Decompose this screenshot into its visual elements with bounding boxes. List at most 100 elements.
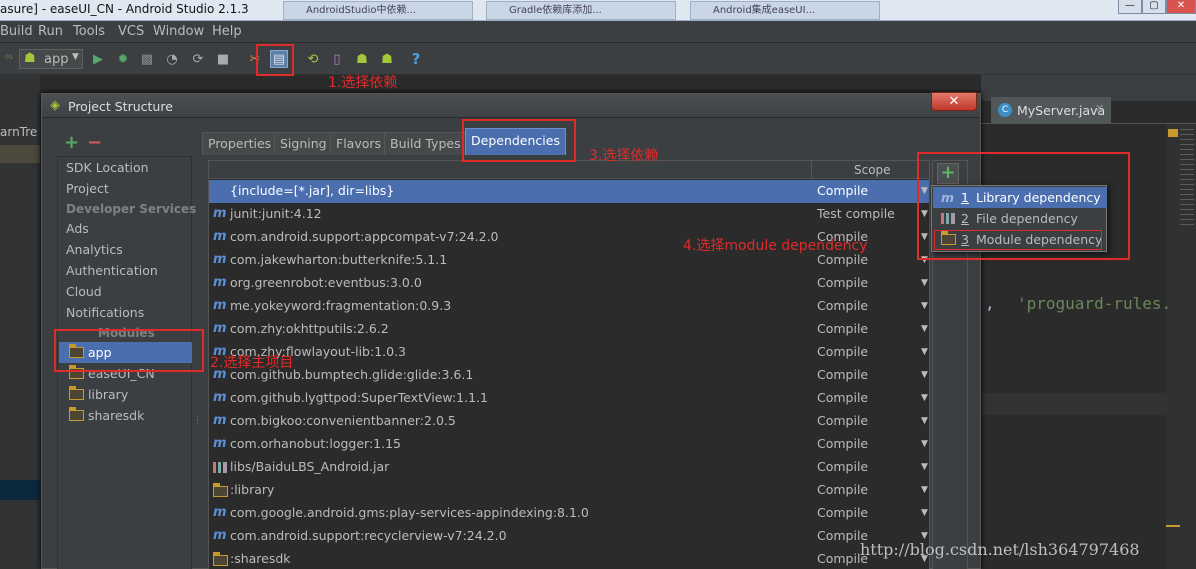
splitter-handle-icon[interactable]: ⋮ xyxy=(193,416,202,426)
sidebar-item-analytics[interactable]: Analytics xyxy=(66,239,123,260)
table-row[interactable]: :sharesdk Compile ▼ xyxy=(209,548,929,569)
scope-dropdown-icon[interactable]: ▼ xyxy=(921,295,928,317)
menu-window[interactable]: Window xyxy=(153,24,204,39)
annotation-step4: 4.选择module dependency xyxy=(683,238,868,254)
window-title: asure] - easeUI_CN - Android Studio 2.1.… xyxy=(0,2,249,16)
tab-signing[interactable]: Signing xyxy=(274,132,333,155)
scope-dropdown-icon[interactable]: ▼ xyxy=(921,479,928,501)
minimize-button[interactable]: — xyxy=(1118,0,1142,14)
dependency-scope[interactable]: Compile xyxy=(817,341,868,363)
attach-debugger-icon[interactable]: ▩ xyxy=(138,50,156,68)
window-close-button[interactable]: ✕ xyxy=(1166,0,1196,14)
window-title-bar: asure] - easeUI_CN - Android Studio 2.1.… xyxy=(0,0,1196,21)
dependency-scope[interactable]: Compile xyxy=(817,364,868,386)
sidebar-item-sdk-location[interactable]: SDK Location xyxy=(66,157,149,178)
dependency-scope[interactable]: Compile xyxy=(817,180,868,202)
browser-tab-2[interactable]: Gradle依赖库添加... xyxy=(486,1,676,20)
table-row[interactable]: m me.yokeyword:fragmentation:0.9.3 Compile… xyxy=(209,295,929,318)
scope-dropdown-icon[interactable]: ▼ xyxy=(921,433,928,455)
help-icon[interactable]: ? xyxy=(407,50,425,68)
table-row[interactable]: m com.android.support:recyclerview-v7:24.… xyxy=(209,525,929,548)
dependency-scope[interactable]: Compile xyxy=(817,318,868,340)
gradle-sync-icon[interactable]: ⟲ xyxy=(304,50,322,68)
dependency-scope[interactable]: Compile xyxy=(817,433,868,455)
table-row[interactable]: m com.zhy:flowlayout-lib:1.0.3 Compile ▼ xyxy=(209,341,929,364)
table-header: Scope xyxy=(209,161,929,179)
menu-tools[interactable]: Tools xyxy=(73,24,105,39)
rerun-icon[interactable]: ⟳ xyxy=(189,50,207,68)
maven-icon: m xyxy=(213,505,227,520)
scope-dropdown-icon[interactable]: ▼ xyxy=(921,410,928,432)
code-separator: , xyxy=(985,294,995,313)
sidebar-item-ads[interactable]: Ads xyxy=(66,218,89,239)
sidebar-item-notifications[interactable]: Notifications xyxy=(66,302,144,323)
dependency-scope[interactable]: Compile xyxy=(817,387,868,409)
sidebar-item-project[interactable]: Project xyxy=(66,178,109,199)
annotation-step1: 1.选择依赖 xyxy=(328,75,398,91)
dependency-scope[interactable]: Compile xyxy=(817,479,868,501)
scope-dropdown-icon[interactable]: ▼ xyxy=(921,341,928,363)
scope-dropdown-icon[interactable]: ▼ xyxy=(921,318,928,340)
table-row[interactable]: m com.google.android.gms:play-services-ap… xyxy=(209,502,929,525)
class-icon: C xyxy=(998,103,1012,117)
scope-dropdown-icon[interactable]: ▼ xyxy=(921,364,928,386)
sidebar-item-authentication[interactable]: Authentication xyxy=(66,260,158,281)
tab-flavors[interactable]: Flavors xyxy=(330,132,388,155)
dependency-scope[interactable]: Compile xyxy=(817,295,868,317)
table-row[interactable]: :library Compile ▼ xyxy=(209,479,929,502)
module-folder-icon xyxy=(213,552,228,566)
table-row[interactable]: m junit:junit:4.12 Test compile ▼ xyxy=(209,203,929,226)
browser-tab-1[interactable]: AndroidStudio中依赖... xyxy=(283,1,473,20)
menu-run[interactable]: Run xyxy=(38,24,63,39)
scope-dropdown-icon[interactable]: ▼ xyxy=(921,272,928,294)
android-monitor-icon[interactable]: ☗ xyxy=(378,50,396,68)
dependency-scope[interactable]: Compile xyxy=(817,410,868,432)
scope-column-header[interactable]: Scope xyxy=(854,163,891,177)
add-icon[interactable]: + xyxy=(64,132,79,153)
sidebar-module-sharesdk[interactable]: sharesdk xyxy=(59,405,192,426)
dialog-title: Project Structure xyxy=(68,99,173,114)
menu-help[interactable]: Help xyxy=(212,24,242,39)
scope-dropdown-icon[interactable]: ▼ xyxy=(921,387,928,409)
table-row[interactable]: m org.greenrobot:eventbus:3.0.0 Compile ▼ xyxy=(209,272,929,295)
scope-dropdown-icon[interactable]: ▼ xyxy=(921,502,928,524)
sidebar-module-library[interactable]: library xyxy=(59,384,192,405)
dependency-name: com.jakewharton:butterknife:5.1.1 xyxy=(230,252,448,267)
tab-build-types[interactable]: Build Types xyxy=(384,132,467,155)
table-row[interactable]: m com.orhanobut:logger:1.15 Compile ▼ xyxy=(209,433,929,456)
dependency-name: org.greenrobot:eventbus:3.0.0 xyxy=(230,275,422,290)
menu-build[interactable]: Build xyxy=(0,24,33,39)
table-row[interactable]: m com.zhy:okhttputils:2.6.2 Compile ▼ xyxy=(209,318,929,341)
run-icon[interactable]: ▶ xyxy=(89,50,107,68)
table-row[interactable]: libs/BaiduLBS_Android.jar Compile ▼ xyxy=(209,456,929,479)
sidebar-item-cloud[interactable]: Cloud xyxy=(66,281,102,302)
editor-tab-myserver[interactable]: C MyServer.java ✕ xyxy=(991,97,1111,123)
menu-vcs[interactable]: VCS xyxy=(118,24,144,39)
sdk-manager-icon[interactable]: ☗ xyxy=(353,50,371,68)
dependency-scope[interactable]: Compile xyxy=(817,456,868,478)
remove-icon[interactable]: − xyxy=(87,132,102,153)
avd-manager-icon[interactable]: ▯ xyxy=(328,50,346,68)
watermark: http://blog.csdn.net/lsh364797468 xyxy=(860,540,1140,559)
browser-tab-3[interactable]: Android集成easeUI... xyxy=(690,1,880,20)
dependency-scope[interactable]: Compile xyxy=(817,272,868,294)
maximize-button[interactable]: ▢ xyxy=(1142,0,1166,14)
dependency-scope[interactable]: Test compile xyxy=(817,203,895,225)
table-row[interactable]: {include=[*.jar], dir=libs} Compile ▼ xyxy=(209,180,929,203)
run-config-select[interactable]: ☗ app ▼ xyxy=(19,49,83,69)
close-tab-icon[interactable]: ✕ xyxy=(1095,102,1104,115)
table-row[interactable]: m com.github.lygttpod:SuperTextView:1.1.1… xyxy=(209,387,929,410)
maven-icon: m xyxy=(213,413,227,428)
numbers-icon[interactable]: ⁰¹ xyxy=(0,50,18,68)
tab-properties[interactable]: Properties xyxy=(202,132,278,155)
table-row[interactable]: m com.github.bumptech.glide:glide:3.6.1 Co… xyxy=(209,364,929,387)
dialog-close-button[interactable]: ✕ xyxy=(931,92,977,111)
table-row[interactable]: m com.bigkoo:convenientbanner:2.0.5 Compil… xyxy=(209,410,929,433)
scope-dropdown-icon[interactable]: ▼ xyxy=(921,456,928,478)
debug-icon[interactable]: ✹ xyxy=(114,50,132,68)
stop-icon[interactable]: ■ xyxy=(214,50,232,68)
dependency-name: com.android.support:recyclerview-v7:24.2… xyxy=(230,528,507,543)
project-panel-highlight xyxy=(0,145,40,163)
profile-icon[interactable]: ◔ xyxy=(163,50,181,68)
dependency-scope[interactable]: Compile xyxy=(817,502,868,524)
